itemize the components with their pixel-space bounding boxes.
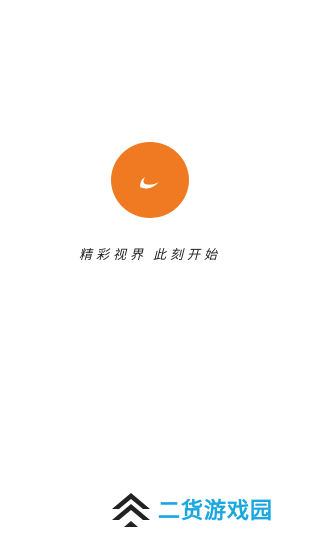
chevron-stack-icon — [112, 493, 150, 527]
app-logo-icon — [111, 142, 189, 218]
splash-screen: 精彩视界 此刻开始 二货游戏园 — [0, 0, 300, 534]
splash-tagline: 精彩视界 此刻开始 — [0, 244, 300, 263]
tagline-part-2: 此刻开始 — [153, 248, 222, 263]
watermark-text: 二货游戏园 — [158, 499, 274, 524]
tagline-part-1: 精彩视界 — [78, 248, 147, 263]
site-watermark: 二货游戏园 — [108, 489, 273, 529]
